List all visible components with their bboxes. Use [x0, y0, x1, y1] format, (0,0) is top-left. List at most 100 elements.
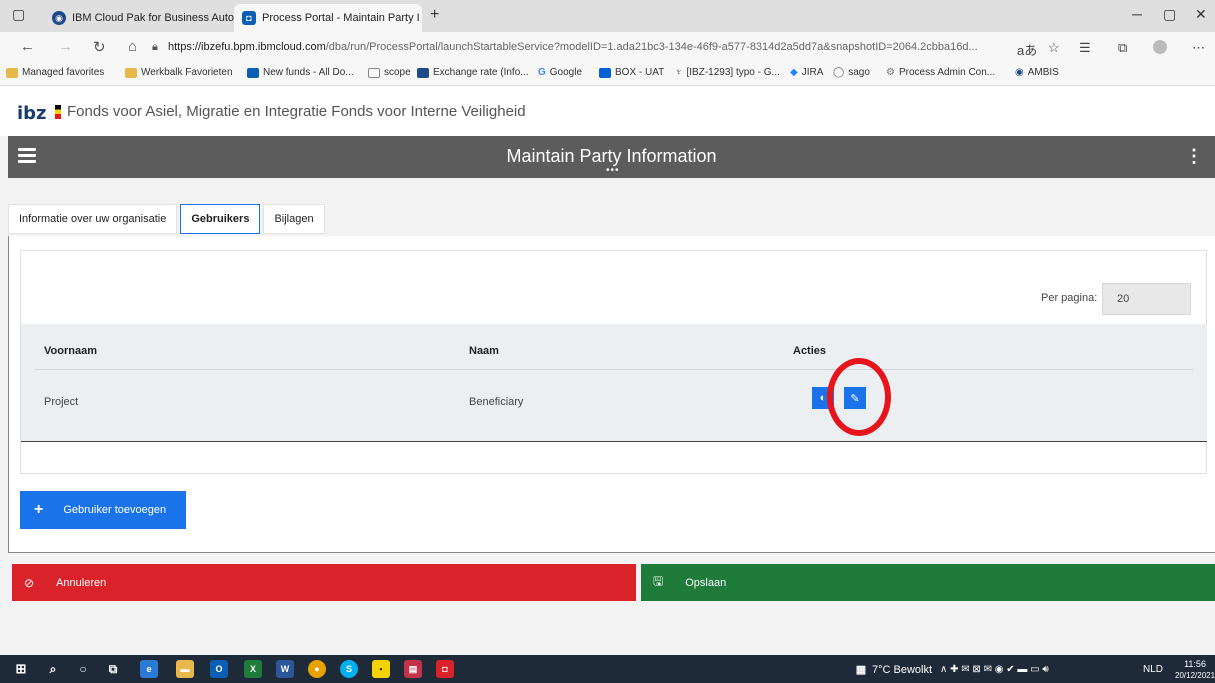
section-tabs: Informatie over uw organisatie Gebruiker…: [8, 204, 328, 234]
cell-naam: Beneficiary: [469, 396, 524, 408]
favorite-label: BOX - UAT: [615, 67, 665, 78]
org-title: Fonds voor Asiel, Migratie en Integratie…: [67, 103, 526, 120]
title-more-icon[interactable]: •••: [606, 165, 620, 176]
favorite-label: New funds - All Do...: [263, 67, 354, 78]
add-user-button[interactable]: + Gebruiker toevoegen: [20, 491, 186, 529]
favorites-list-icon[interactable]: ☰: [1079, 40, 1091, 56]
favorite-label: Managed favorites: [22, 67, 105, 78]
favorite-label: sago: [848, 67, 870, 78]
save-label: Opslaan: [685, 576, 727, 589]
tab-attachments[interactable]: Bijlagen: [263, 204, 325, 234]
ibz-logo: ibz: [17, 103, 61, 124]
favorite-item[interactable]: New funds - All Do...: [247, 67, 354, 78]
title-bar: Maintain Party Information ••• ⋮: [8, 136, 1215, 178]
eu-flag-icon: [417, 67, 429, 78]
kebab-menu-icon[interactable]: ⋮: [1185, 146, 1203, 167]
add-user-label: Gebruiker toevoegen: [63, 504, 167, 516]
language-indicator[interactable]: NLD: [1143, 664, 1163, 675]
ambis-icon: ◉: [1015, 67, 1024, 78]
cortana-icon[interactable]: ○: [74, 660, 92, 678]
word-icon[interactable]: W: [276, 660, 294, 678]
lock-icon: 🔒︎: [152, 41, 158, 53]
outlook-icon[interactable]: O: [210, 660, 228, 678]
view-icon: ◐: [819, 392, 827, 404]
collections-icon[interactable]: ⧉: [1118, 40, 1127, 56]
office-icon[interactable]: ◘: [436, 660, 454, 678]
column-header-voornaam: Voornaam: [44, 345, 97, 357]
favorite-label: Process Admin Con...: [898, 67, 996, 78]
tab-actions-icon[interactable]: ▢: [12, 6, 25, 23]
close-window-icon[interactable]: ✕: [1195, 6, 1207, 23]
search-icon[interactable]: ⌕: [44, 660, 62, 678]
favorite-item[interactable]: Exchange rate (Info...: [417, 67, 529, 78]
favorite-item[interactable]: ◆ JIRA: [790, 67, 823, 78]
favorite-item[interactable]: ◉ AMBIS: [1015, 67, 1059, 78]
windows-start-icon[interactable]: ⊞: [12, 660, 30, 678]
url-field[interactable]: https://ibzefu.bpm.ibmcloud.com/dba/run/…: [168, 41, 1008, 53]
cancel-button[interactable]: ⊘ Annuleren: [12, 564, 636, 601]
annotation-circle: [827, 358, 891, 436]
tab-organisation-info[interactable]: Informatie over uw organisatie: [8, 204, 178, 234]
more-options-icon[interactable]: ⋯: [1192, 40, 1205, 56]
clock-date: 20/12/2021: [1175, 671, 1215, 680]
calendar-app-icon[interactable]: ▤: [404, 660, 422, 678]
box-icon: [599, 67, 611, 78]
task-view-icon[interactable]: ⧉: [104, 660, 122, 678]
page-icon: [368, 67, 380, 78]
per-page-select[interactable]: 20: [1102, 283, 1191, 315]
per-page-label: Per pagina:: [1041, 292, 1098, 304]
github-icon: ♆: [675, 67, 683, 78]
column-header-naam: Naam: [469, 345, 499, 357]
chrome-icon[interactable]: ●: [308, 660, 326, 678]
favorite-label: Werkbalk Favorieten: [141, 67, 233, 78]
favorite-item[interactable]: ⚙ Process Admin Con...: [886, 67, 995, 78]
favorite-star-icon[interactable]: ☆: [1048, 40, 1060, 56]
ibm-cloud-icon: ◉: [52, 11, 66, 25]
favorite-item[interactable]: BOX - UAT: [599, 67, 664, 78]
system-clock[interactable]: 11:56 20/12/2021: [1175, 659, 1215, 681]
logo-text: ibz: [17, 103, 47, 124]
folder-icon: [125, 67, 137, 78]
browser-tab-label: IBM Cloud Pak for Business Auto: [72, 12, 234, 24]
minimize-icon[interactable]: ─: [1132, 6, 1142, 22]
forward-icon[interactable]: →: [58, 38, 73, 55]
weather-icon[interactable]: ▦: [852, 660, 870, 678]
process-admin-icon: ⚙: [886, 67, 895, 78]
tray-icons[interactable]: ∧ ✚ ✉ ⊠ ✉ ◉ ✔ ▬ ▭ 🔊︎: [940, 664, 1049, 675]
profile-avatar[interactable]: [1153, 40, 1167, 54]
save-button[interactable]: 🖫 Opslaan: [641, 564, 1215, 601]
weather-text[interactable]: 7°C Bewolkt: [872, 664, 932, 676]
browser-tab-process-portal[interactable]: ◘ Process Portal - Maintain Party I ✕: [234, 4, 422, 32]
read-aloud-icon[interactable]: aあ: [1017, 40, 1037, 59]
clock-time: 11:56: [1184, 659, 1206, 669]
plus-icon: +: [34, 501, 44, 518]
favorite-label: [IBZ-1293] typo - G...: [686, 67, 780, 78]
edge-browser-icon[interactable]: e: [140, 660, 158, 678]
google-icon: G: [538, 67, 546, 78]
sticky-notes-icon[interactable]: ▪: [372, 660, 390, 678]
favorite-item[interactable]: ◯ sago: [833, 67, 870, 78]
favorite-label: Google: [549, 67, 583, 78]
tab-users[interactable]: Gebruikers: [180, 204, 261, 234]
browser-tab-ibm-cloud[interactable]: ◉ IBM Cloud Pak for Business Auto ✕: [44, 4, 234, 32]
favorite-item[interactable]: Managed favorites: [6, 67, 104, 78]
process-portal-icon: ◘: [242, 11, 256, 25]
favorite-item[interactable]: Werkbalk Favorieten: [125, 67, 233, 78]
sago-icon: ◯: [833, 67, 845, 78]
excel-icon[interactable]: X: [244, 660, 262, 678]
restore-icon[interactable]: ▢: [1163, 6, 1176, 23]
home-icon[interactable]: ⌂: [128, 38, 137, 55]
new-tab-button[interactable]: +: [430, 6, 439, 24]
favorite-item[interactable]: scope: [368, 67, 411, 78]
skype-icon[interactable]: S: [340, 660, 358, 678]
cancel-label: Annuleren: [56, 576, 107, 589]
favorite-item[interactable]: G Google: [538, 67, 582, 78]
refresh-icon[interactable]: ↻: [93, 38, 106, 56]
jira-icon: ◆: [790, 67, 798, 78]
file-explorer-icon[interactable]: ▬: [176, 660, 194, 678]
favorite-label: AMBIS: [1027, 67, 1059, 78]
column-header-acties: Acties: [793, 345, 827, 357]
favorite-item[interactable]: ♆ [IBZ-1293] typo - G...: [675, 67, 780, 78]
back-icon[interactable]: ←: [20, 38, 35, 55]
favorite-label: Exchange rate (Info...: [433, 67, 529, 78]
